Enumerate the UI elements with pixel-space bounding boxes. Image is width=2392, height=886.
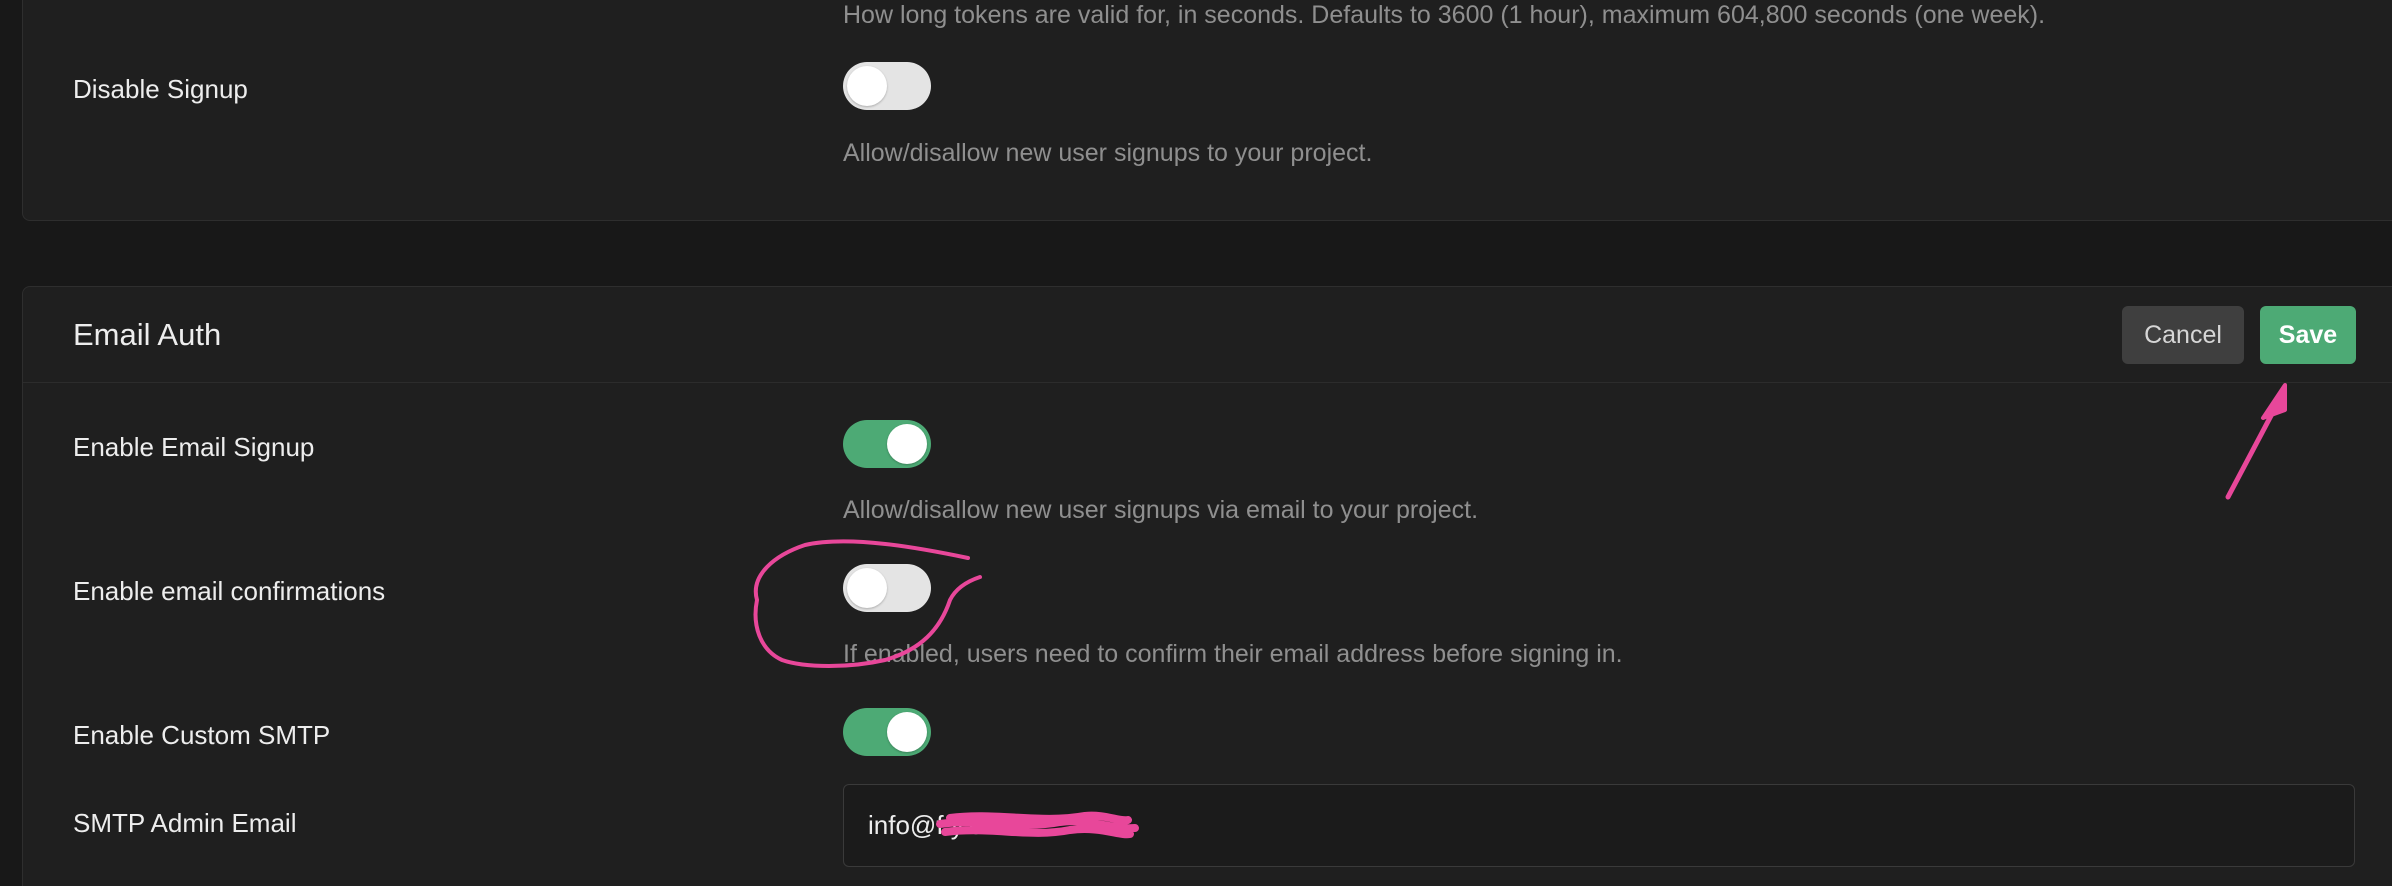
disable-signup-description: Allow/disallow new user signups to your … [843, 139, 1373, 167]
toggle-knob [847, 568, 887, 608]
toggle-knob [887, 424, 927, 464]
email-auth-title: Email Auth [73, 317, 222, 352]
enable-email-confirmations-label: Enable email confirmations [73, 576, 386, 606]
settings-page: How long tokens are valid for, in second… [0, 0, 2392, 886]
enable-email-signup-label: Enable Email Signup [73, 432, 315, 462]
email-auth-header: Email Auth Cancel Save [23, 287, 2392, 383]
enable-email-signup-description: Allow/disallow new user signups via emai… [843, 496, 1479, 524]
email-auth-panel: Email Auth Cancel Save Enable Email Sign… [22, 286, 2392, 886]
disable-signup-label: Disable Signup [73, 74, 248, 104]
jwt-expiry-description: How long tokens are valid for, in second… [843, 1, 2046, 29]
enable-email-signup-toggle[interactable] [843, 420, 931, 468]
cancel-button[interactable]: Cancel [2122, 306, 2244, 364]
enable-email-confirmations-toggle[interactable] [843, 564, 931, 612]
smtp-admin-email-input[interactable]: info@f y.com [843, 784, 2355, 867]
disable-signup-toggle[interactable] [843, 62, 931, 110]
enable-email-confirmations-description: If enabled, users need to confirm their … [843, 640, 1623, 668]
toggle-knob [887, 712, 927, 752]
enable-custom-smtp-toggle[interactable] [843, 708, 931, 756]
toggle-knob [847, 66, 887, 106]
enable-custom-smtp-label: Enable Custom SMTP [73, 720, 331, 750]
smtp-admin-email-label: SMTP Admin Email [73, 808, 297, 838]
general-settings-panel: How long tokens are valid for, in second… [22, 0, 2392, 221]
save-button[interactable]: Save [2260, 306, 2356, 364]
